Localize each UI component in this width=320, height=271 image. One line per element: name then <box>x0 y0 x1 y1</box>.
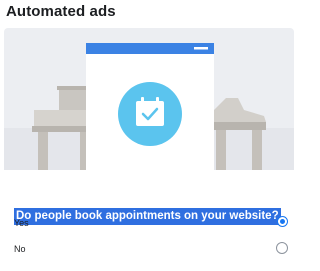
option-yes-label: Yes <box>14 218 29 228</box>
option-no[interactable]: No <box>4 240 294 262</box>
page-title: Automated ads <box>6 3 116 20</box>
radio-checked-icon[interactable] <box>277 216 288 227</box>
appointment-illustration <box>4 28 294 170</box>
radio-unchecked-icon[interactable] <box>276 242 288 254</box>
calendar-check-icon <box>118 82 182 146</box>
automated-ads-card: Do people book appointments on your webs… <box>4 28 294 270</box>
option-no-label: No <box>14 244 26 254</box>
option-yes[interactable]: Yes <box>4 214 294 236</box>
